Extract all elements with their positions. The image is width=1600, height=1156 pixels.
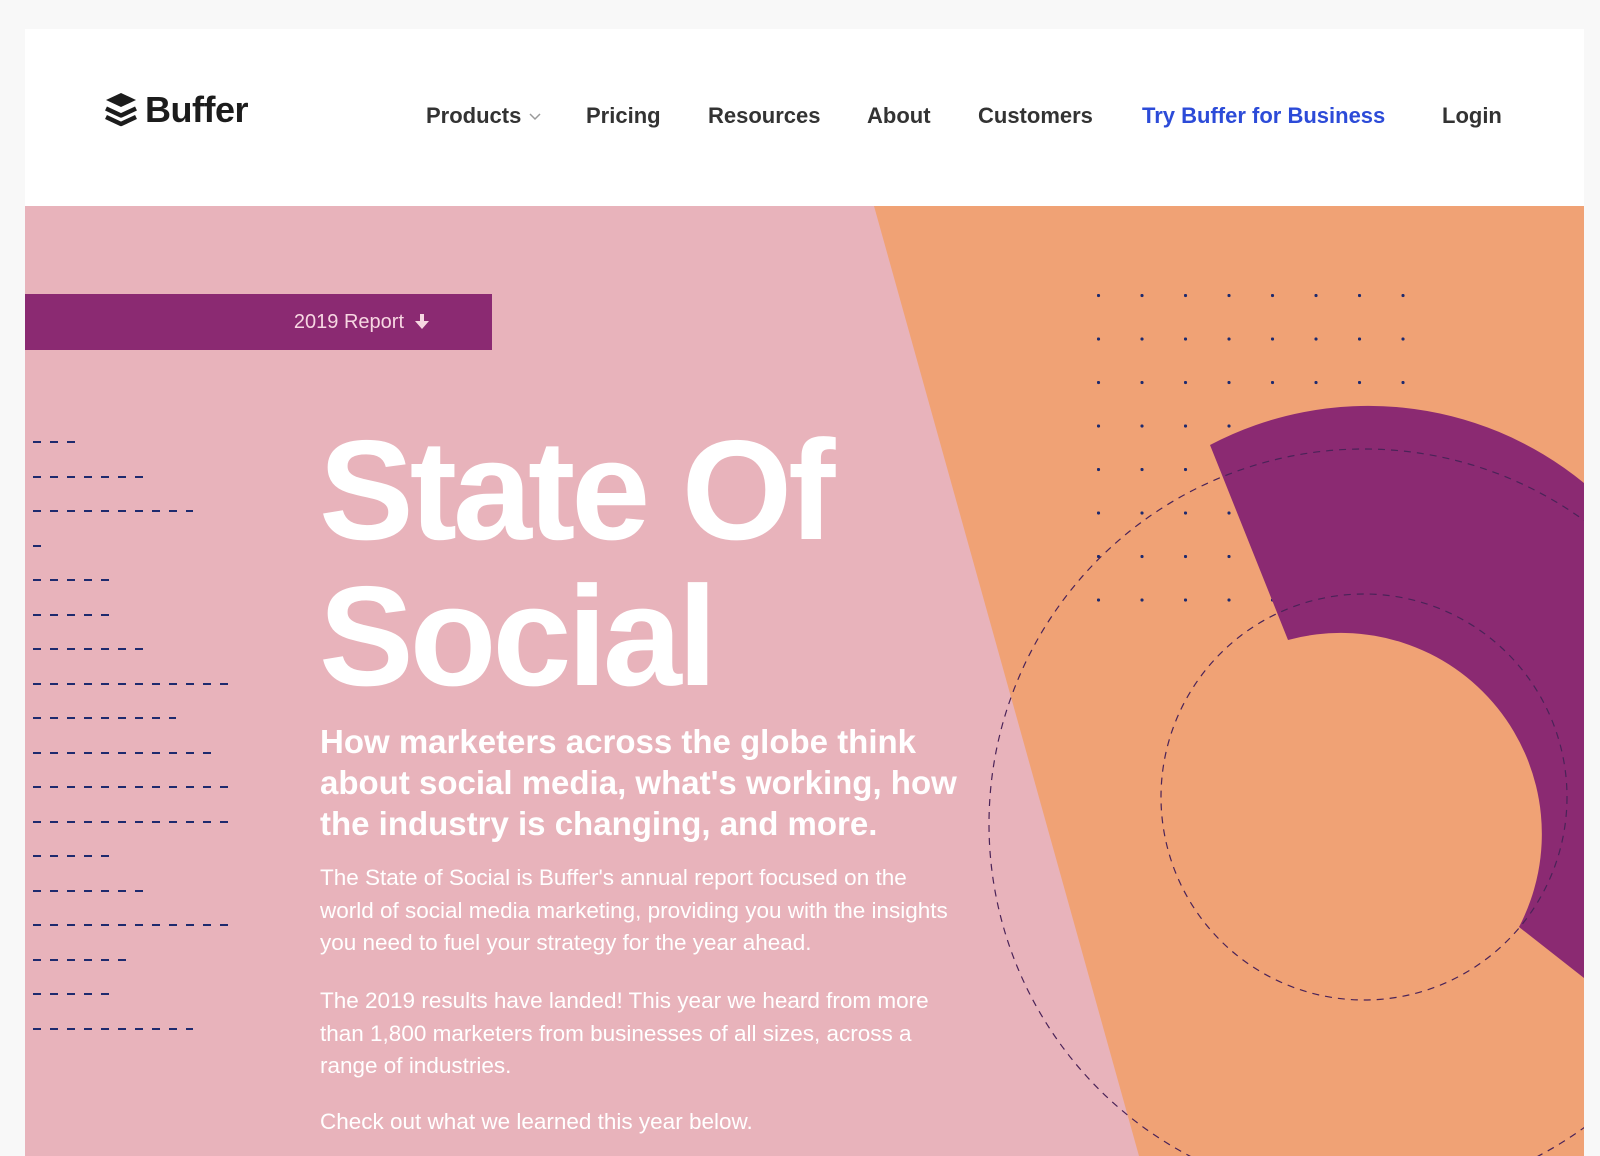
logo-text: Buffer — [145, 89, 249, 130]
nav-about[interactable]: About — [867, 103, 931, 129]
page-frame: Buffer Products Pricing Resources About … — [25, 29, 1584, 1156]
intro-paragraph-1: The State of Social is Buffer's annual r… — [320, 865, 948, 955]
chevron-down-icon — [529, 113, 541, 121]
title-line-2: Social — [319, 557, 717, 716]
arrow-down-icon — [415, 314, 429, 329]
site-header: Buffer Products Pricing Resources About … — [25, 29, 1584, 206]
nav-pricing[interactable]: Pricing — [586, 103, 661, 129]
hero-subtitle: How marketers across the globe think abo… — [320, 723, 957, 842]
report-2019-button[interactable]: 2019 Report — [25, 294, 492, 350]
hero-section: 2019 Report State Of Social How marketer… — [25, 206, 1584, 1156]
page-title: State Of Social — [319, 418, 835, 710]
title-line-1: State Of — [319, 411, 835, 570]
buffer-logo[interactable]: Buffer — [105, 89, 249, 131]
intro-paragraph-2: The 2019 results have landed! This year … — [320, 988, 929, 1078]
nav-products[interactable]: Products — [426, 103, 541, 129]
nav-try-business[interactable]: Try Buffer for Business — [1142, 103, 1385, 129]
buffer-logo-icon — [105, 93, 137, 127]
nav-customers[interactable]: Customers — [978, 103, 1093, 129]
nav-login[interactable]: Login — [1442, 103, 1502, 129]
intro-paragraph-3: Check out what we learned this year belo… — [320, 1109, 753, 1134]
report-button-label: 2019 Report — [293, 310, 404, 333]
nav-products-label: Products — [426, 103, 522, 128]
nav-resources[interactable]: Resources — [708, 103, 821, 129]
